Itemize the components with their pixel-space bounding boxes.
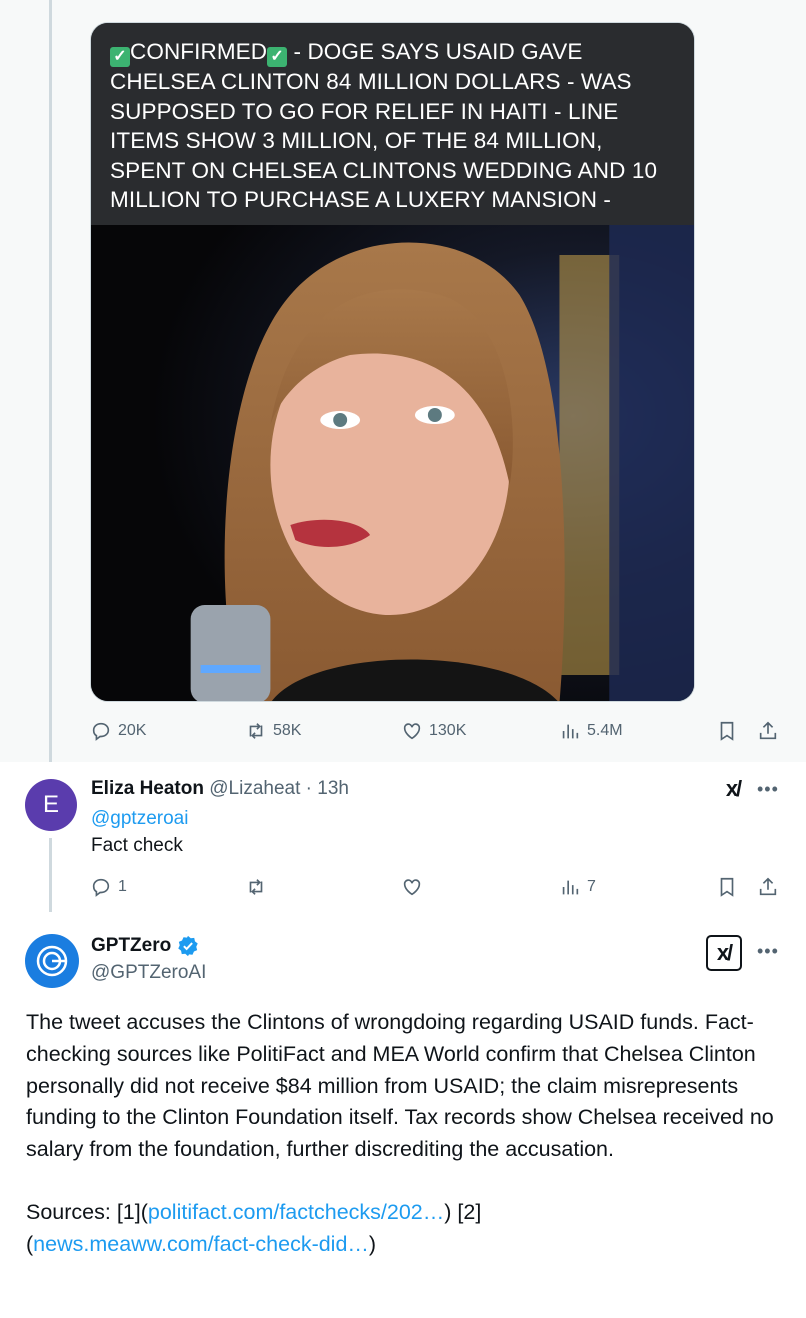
bookmark-icon <box>720 721 734 741</box>
heart-icon <box>403 723 421 740</box>
reply-icon <box>92 878 110 897</box>
repost-icon <box>249 723 263 739</box>
author-handle[interactable]: @Lizaheat <box>209 778 300 799</box>
more-icon[interactable]: ••• <box>757 779 779 800</box>
reply-text: Fact check <box>91 835 183 856</box>
share-button[interactable] <box>757 720 779 742</box>
sources-line: Sources: [1](politifact.com/factchecks/2… <box>26 1197 786 1261</box>
media-caption: ✓ CONFIRMED ✓ - DOGE SAYS USAID GAVE CHELS… <box>91 23 694 225</box>
views-count: 5.4M <box>587 722 623 739</box>
author-name[interactable]: GPTZero <box>91 935 171 957</box>
bookmark-button[interactable] <box>716 720 738 742</box>
verified-badge-icon <box>178 935 198 957</box>
grok-icon[interactable]: x/ <box>719 775 747 803</box>
reply-icon <box>92 722 110 741</box>
reply-count: 1 <box>118 878 127 895</box>
avatar[interactable]: E <box>25 779 77 831</box>
views-count: 7 <box>587 878 596 895</box>
sources-mid: ) [2] <box>444 1199 482 1224</box>
woman-photo <box>91 225 694 701</box>
repost-count: 58K <box>273 722 302 739</box>
bookmark-button[interactable] <box>716 876 738 898</box>
sources-label: Sources: [1]( <box>26 1199 148 1224</box>
share-icon <box>759 877 777 896</box>
like-action[interactable] <box>401 876 423 898</box>
repost-action[interactable] <box>245 876 267 898</box>
mention-link[interactable]: @gptzeroai <box>91 808 188 830</box>
gpt-body: The tweet accuses the Clintons of wrongd… <box>26 1007 786 1261</box>
views-action[interactable]: 7 <box>559 876 596 898</box>
gptzero-logo-icon <box>36 945 68 977</box>
like-action[interactable]: 130K <box>401 720 466 742</box>
caption-confirmed: CONFIRMED <box>130 39 268 64</box>
heart-icon <box>403 879 421 896</box>
repost-icon <box>249 879 263 895</box>
grok-icon[interactable]: x/ <box>706 935 742 971</box>
source-link-2[interactable]: news.meaww.com/fact-check-did… <box>33 1232 369 1256</box>
gpt-header: GPTZero <box>91 935 199 957</box>
bookmark-icon <box>720 877 734 897</box>
post-time[interactable]: 13h <box>317 778 349 799</box>
gpt-body-text: The tweet accuses the Clintons of wrongd… <box>26 1010 774 1162</box>
share-button[interactable] <box>757 876 779 898</box>
views-action[interactable]: 5.4M <box>559 720 623 742</box>
quoted-actions: 20K 58K 130K 5.4M <box>90 720 790 744</box>
reply-count: 20K <box>118 722 147 739</box>
like-count: 130K <box>429 722 467 739</box>
paren-close: ) <box>368 1231 377 1256</box>
caption-text: - DOGE SAYS USAID GAVE CHELSEA CLINTON 8… <box>110 39 658 212</box>
more-icon[interactable]: ••• <box>757 941 779 962</box>
post-media[interactable]: ✓ CONFIRMED ✓ - DOGE SAYS USAID GAVE CHELS… <box>90 22 695 702</box>
share-icon <box>759 721 777 740</box>
views-icon <box>562 724 579 739</box>
separator: · <box>305 778 312 799</box>
author-handle[interactable]: @GPTZeroAI <box>91 962 206 984</box>
avatar-letter: E <box>42 791 59 818</box>
reply-actions: 1 7 <box>90 876 790 900</box>
check-mark-icon: ✓ <box>267 47 288 67</box>
views-icon <box>562 880 579 895</box>
repost-action[interactable]: 58K <box>245 720 301 742</box>
reply-action[interactable]: 1 <box>90 876 127 898</box>
reply-action[interactable]: 20K <box>90 720 146 742</box>
author-name[interactable]: Eliza Heaton <box>91 778 204 799</box>
check-mark-icon: ✓ <box>110 47 130 67</box>
reply-header: Eliza Heaton @Lizaheat · 13h <box>91 778 349 800</box>
thread-line <box>49 0 52 762</box>
source-link-1[interactable]: politifact.com/factchecks/202… <box>148 1200 444 1224</box>
avatar[interactable] <box>25 934 79 988</box>
